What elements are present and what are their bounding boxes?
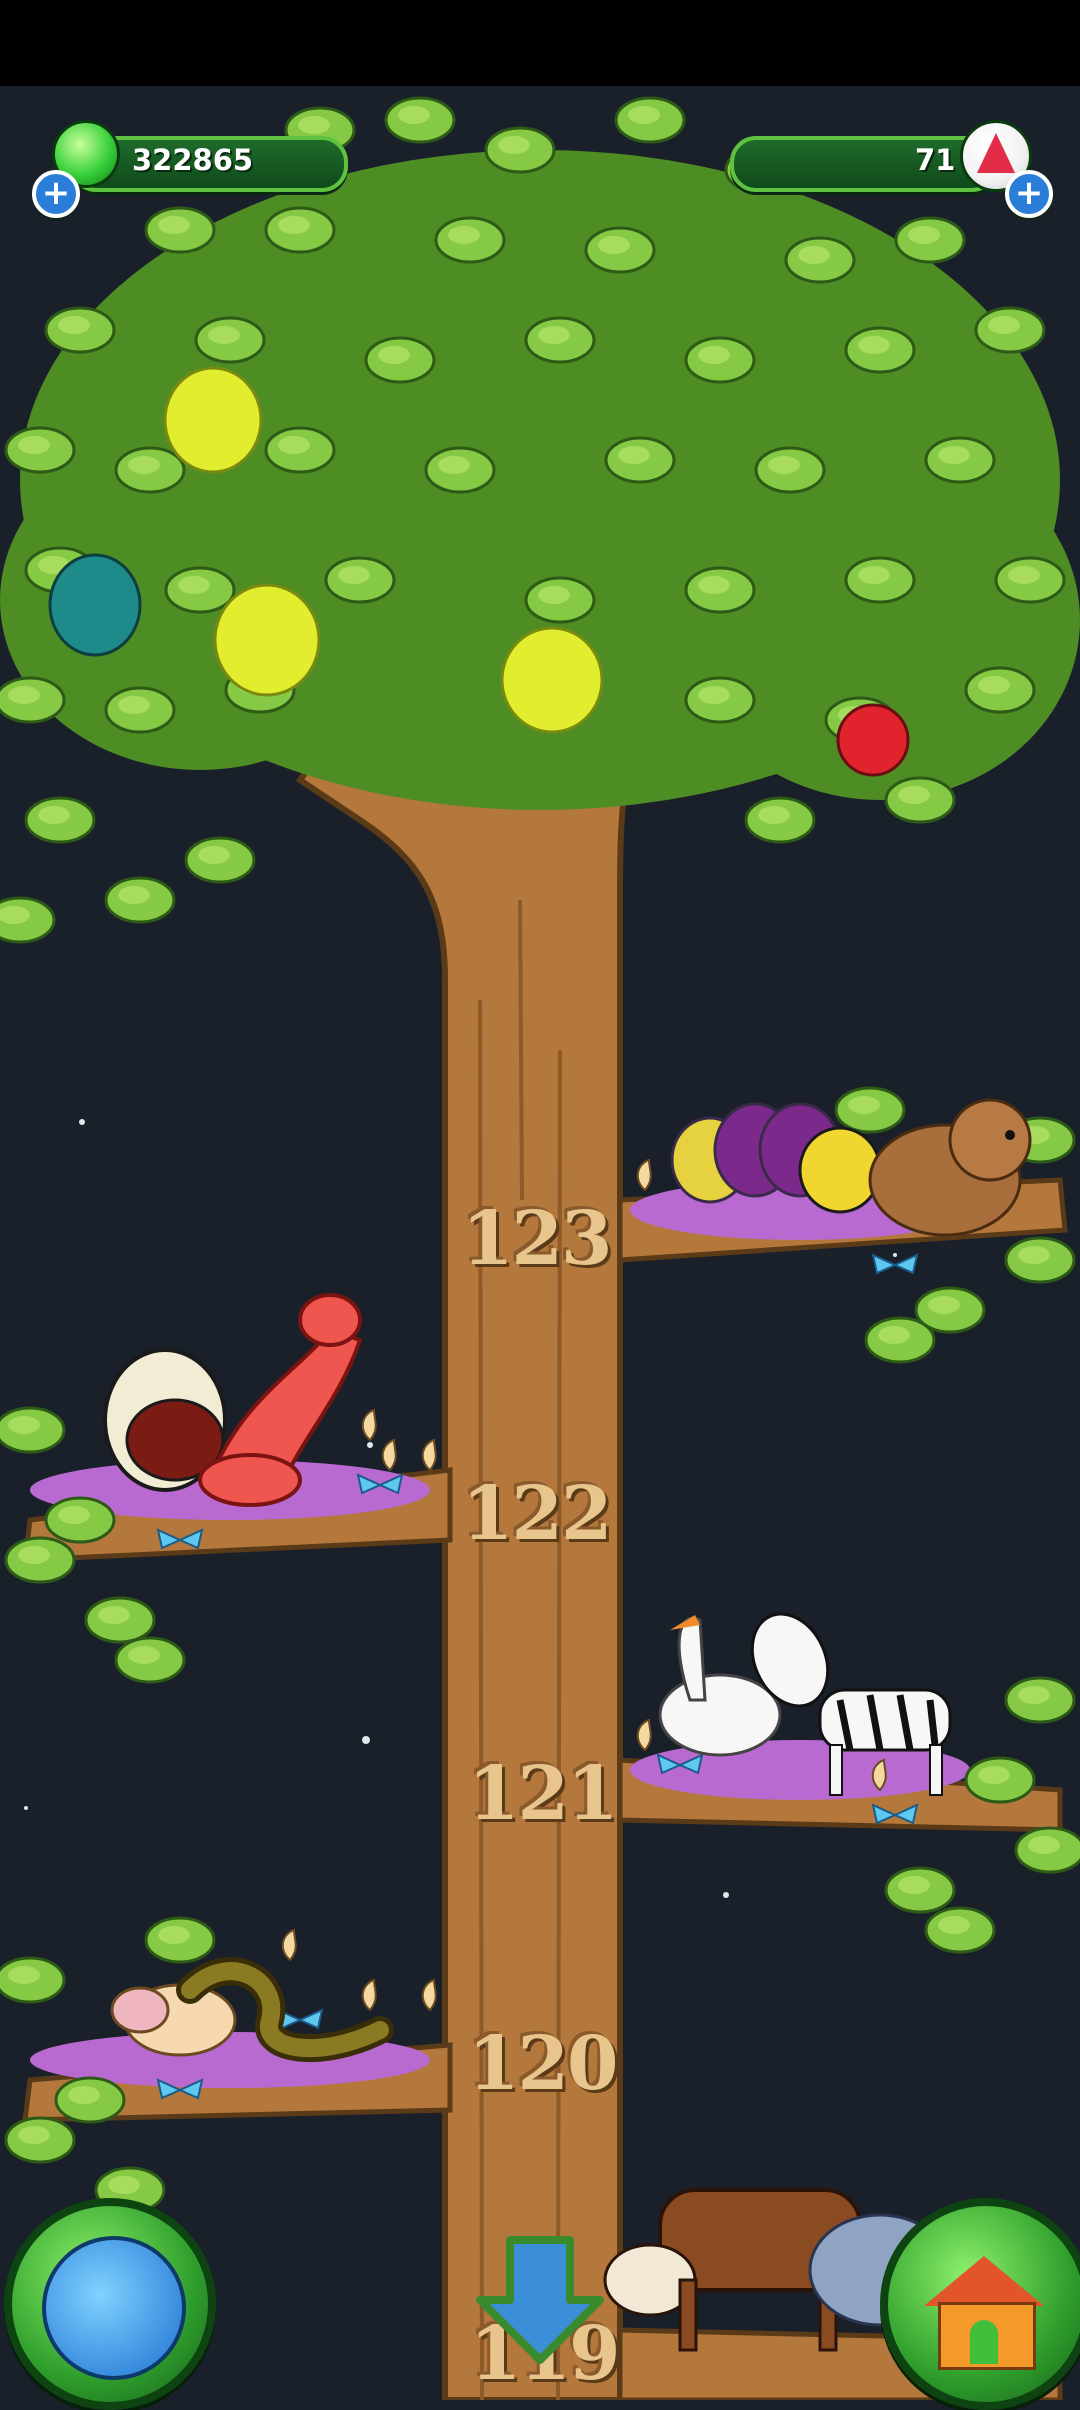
level-label: 123 (462, 1196, 612, 1282)
branch-121 (617, 1612, 1080, 1954)
home-button[interactable] (880, 2198, 1080, 2410)
crystals-value: 71 (915, 143, 956, 177)
branch-120 (0, 1916, 453, 2214)
yellow-fruit (500, 626, 604, 734)
globe-icon (42, 2236, 186, 2380)
yellow-fruit (163, 366, 263, 474)
world-map-button[interactable] (4, 2198, 216, 2410)
level-label: 120 (468, 2021, 618, 2107)
arrow-down-icon (476, 2236, 604, 2364)
gems-counter[interactable]: 322865 + (30, 120, 350, 218)
game-scene: 123 122 121 120 119 (0, 86, 1080, 2400)
level-label: 122 (462, 1471, 612, 1557)
crystals-counter[interactable]: 71 + (730, 120, 1060, 218)
red-apple (836, 703, 910, 777)
level-label: 121 (468, 1751, 618, 1837)
scroll-down-button[interactable] (470, 2230, 610, 2370)
gems-value: 322865 (132, 143, 254, 177)
status-bar (0, 0, 1080, 86)
house-icon (924, 2256, 1044, 2370)
plus-icon[interactable]: + (32, 170, 80, 218)
plus-icon[interactable]: + (1005, 170, 1053, 218)
yellow-fruit (213, 583, 321, 697)
teal-cone (48, 553, 142, 657)
branch-122 (0, 1293, 453, 1684)
branch-123 (617, 1086, 1076, 1364)
